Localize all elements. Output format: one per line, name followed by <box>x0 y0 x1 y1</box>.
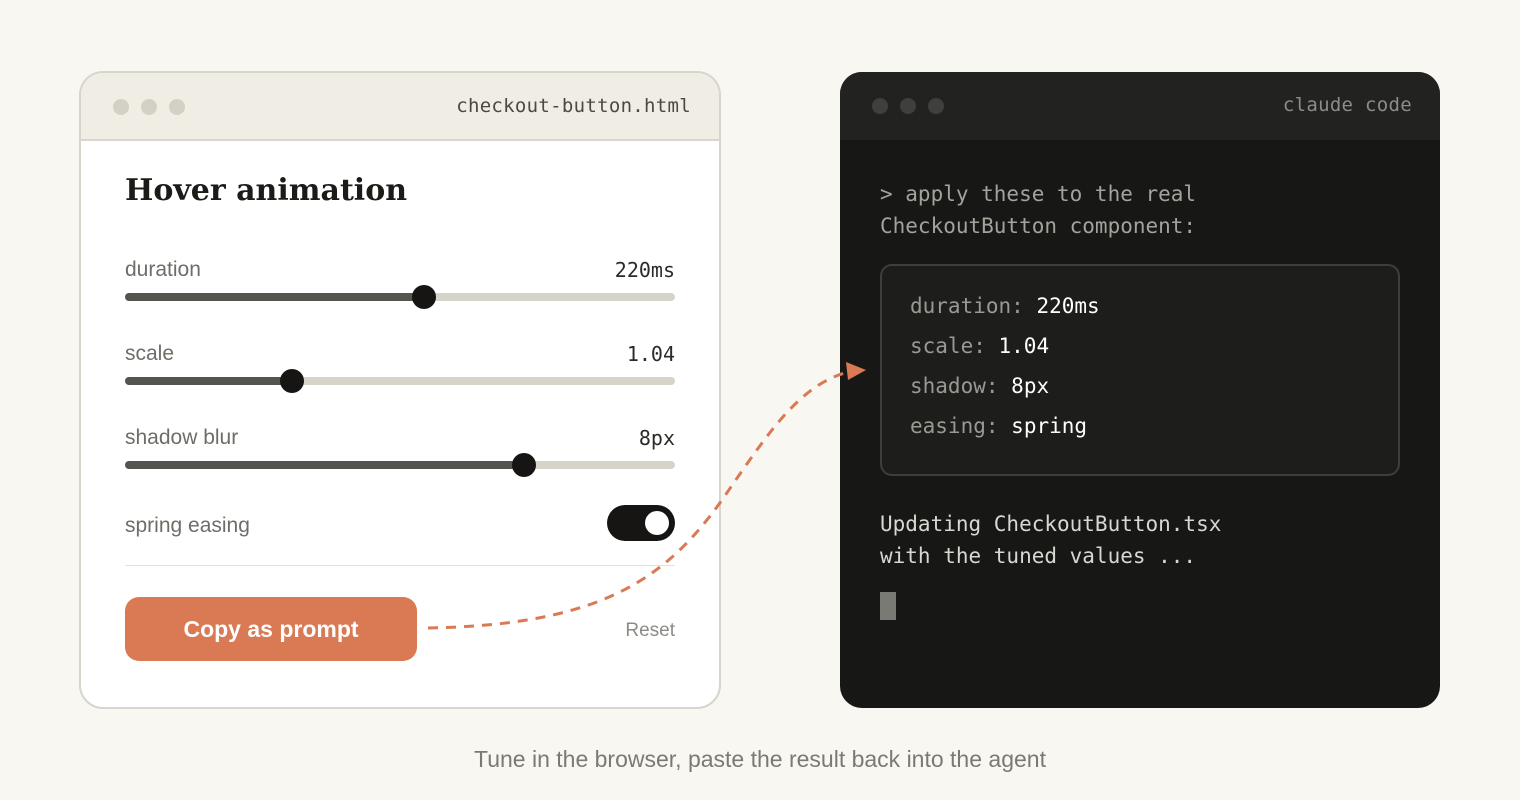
close-dot-icon[interactable] <box>113 99 129 115</box>
terminal-cursor <box>880 592 896 620</box>
spring-easing-control: spring easing <box>125 505 675 573</box>
value-key: shadow: <box>910 374 999 398</box>
shadow-blur-slider[interactable] <box>125 453 675 477</box>
scale-label: scale <box>125 342 175 365</box>
spring-easing-toggle[interactable] <box>607 505 675 541</box>
value-line-duration: duration: 220ms <box>910 292 1100 320</box>
maximize-dot-icon[interactable] <box>928 98 944 114</box>
value-val: 220ms <box>1036 294 1100 318</box>
duration-control: duration 220ms <box>125 257 675 317</box>
value-val: spring <box>1011 414 1088 438</box>
window-controls <box>113 99 185 115</box>
value-line-easing: easing: spring <box>910 412 1087 440</box>
minimize-dot-icon[interactable] <box>141 99 157 115</box>
shadow-blur-label: shadow blur <box>125 426 239 449</box>
duration-slider[interactable] <box>125 285 675 309</box>
value-val: 1.04 <box>998 334 1050 358</box>
panel-divider <box>125 565 675 566</box>
scale-value: 1.04 <box>626 342 675 366</box>
terminal-title: claude code <box>1282 94 1412 116</box>
terminal-titlebar: claude code <box>840 72 1440 140</box>
shadow-blur-value: 8px <box>638 426 675 450</box>
value-line-shadow: shadow: 8px <box>910 372 1049 400</box>
maximize-dot-icon[interactable] <box>169 99 185 115</box>
duration-slider-thumb[interactable] <box>412 285 437 309</box>
browser-window: checkout-button.html Hover animation dur… <box>79 71 721 709</box>
terminal-prompt: > apply these to the real CheckoutButton… <box>880 178 1196 242</box>
value-key: easing: <box>910 414 999 438</box>
scale-slider-thumb[interactable] <box>280 369 305 393</box>
duration-value: 220ms <box>614 258 675 282</box>
scale-slider[interactable] <box>125 369 675 393</box>
value-val: 8px <box>1011 374 1050 398</box>
prompt-line: CheckoutButton component: <box>880 214 1197 238</box>
minimize-dot-icon[interactable] <box>900 98 916 114</box>
spring-easing-label: spring easing <box>125 514 250 537</box>
panel-title: Hover animation <box>125 173 408 208</box>
reset-link[interactable]: Reset <box>625 619 675 643</box>
browser-filename: checkout-button.html <box>456 95 691 117</box>
close-dot-icon[interactable] <box>872 98 888 114</box>
value-key: duration: <box>910 294 1024 318</box>
toggle-knob <box>645 511 669 535</box>
shadow-blur-slider-thumb[interactable] <box>511 453 536 477</box>
terminal-status: Updating CheckoutButton.tsx with the tun… <box>880 508 1221 572</box>
scale-control: scale 1.04 <box>125 341 675 401</box>
browser-titlebar: checkout-button.html <box>81 73 719 141</box>
status-line: with the tuned values ... <box>880 544 1197 568</box>
value-key: scale: <box>910 334 986 358</box>
caption: Tune in the browser, paste the result ba… <box>474 746 1046 772</box>
terminal-window-controls <box>872 98 944 114</box>
value-line-scale: scale: 1.04 <box>910 332 1049 360</box>
shadow-blur-slider-fill <box>125 461 524 469</box>
prompt-line: > apply these to the real <box>880 182 1197 206</box>
duration-slider-fill <box>125 293 425 301</box>
status-line: Updating CheckoutButton.tsx <box>880 512 1222 536</box>
scale-slider-fill <box>125 377 293 385</box>
pasted-values-box: duration: 220ms scale: 1.04 shadow: 8px … <box>880 264 1400 476</box>
terminal-window: claude code > apply these to the real Ch… <box>840 72 1440 708</box>
copy-as-prompt-button[interactable]: Copy as prompt <box>125 597 417 661</box>
shadow-blur-control: shadow blur 8px <box>125 425 675 485</box>
duration-label: duration <box>125 258 201 281</box>
